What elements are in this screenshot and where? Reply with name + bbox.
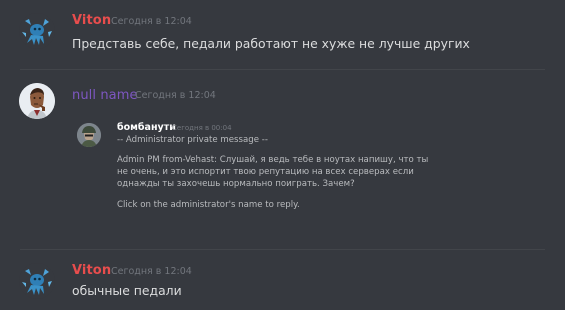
message-timestamp: Сегодня в 12:04: [111, 16, 192, 27]
username-viton[interactable]: Viton: [72, 263, 111, 278]
message-group-1: Viton Сегодня в 12:04 Представь себе, пе…: [0, 0, 565, 70]
message-group-3: Viton Сегодня в 12:04 обычные педали: [0, 250, 565, 310]
message-text: Представь себе, педали работают не хуже …: [72, 36, 470, 51]
embedded-screenshot[interactable]: бомбанути Сегодня в 00:04 -- Administrat…: [0, 70, 565, 250]
username-viton[interactable]: Viton: [72, 13, 111, 28]
embed-username: бомбанути: [117, 122, 176, 133]
message-group-2: null name Сегодня в 12:04 бомбанути Сего…: [0, 70, 565, 250]
embed-line-reply-hint: Click on the administrator's name to rep…: [117, 200, 300, 210]
blue-creature-avatar-icon: [19, 13, 55, 49]
user-avatar-viton[interactable]: [19, 13, 55, 49]
embed-line-header: -- Administrator private message --: [117, 135, 268, 145]
embed-line-pm-2: не очень, и это испортит твою репутацию …: [117, 167, 414, 177]
message-timestamp: Сегодня в 12:04: [111, 266, 192, 277]
embed-line-pm-3: однажды ты захочешь нормально поиграть. …: [117, 179, 355, 189]
embed-line-pm-1: Admin PM from-Vehast: Слушай, я ведь теб…: [117, 155, 429, 165]
user-avatar-viton[interactable]: [19, 263, 55, 299]
chat-messages: Viton Сегодня в 12:04 Представь себе, пе…: [0, 0, 565, 310]
message-text: обычные педали: [72, 283, 182, 298]
embed-avatar: [77, 123, 101, 147]
soldier-avatar-icon: [77, 123, 101, 147]
embed-timestamp: Сегодня в 00:04: [172, 124, 232, 132]
blue-creature-avatar-icon: [19, 263, 55, 299]
